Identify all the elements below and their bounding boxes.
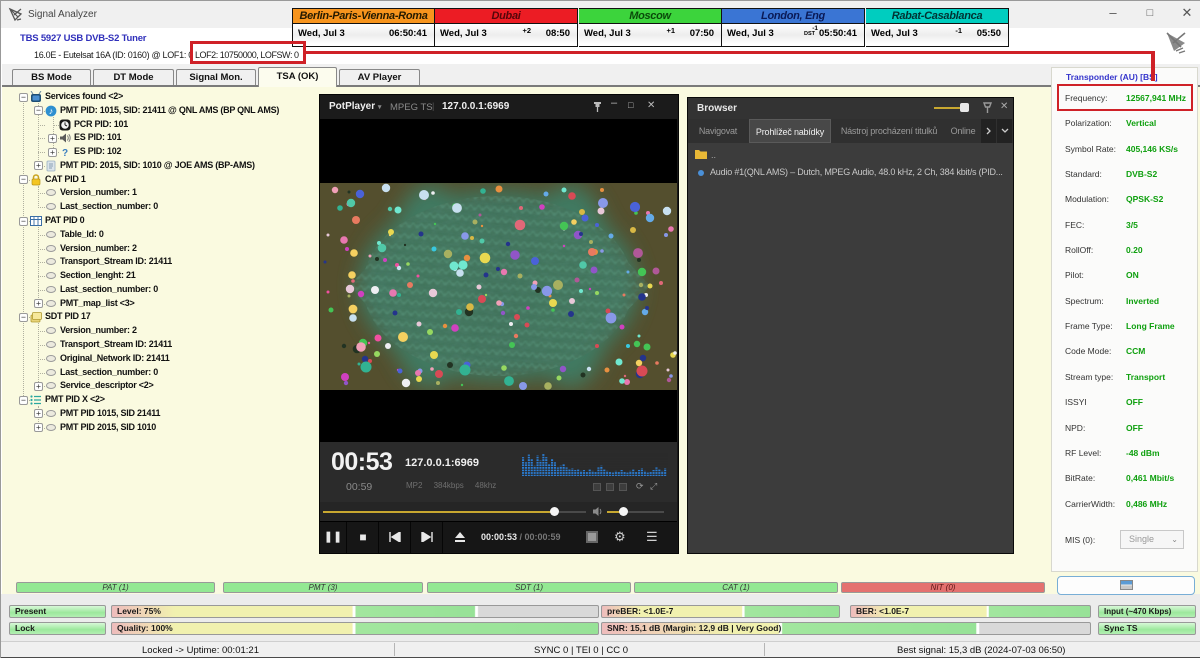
svg-text:?: ? bbox=[62, 148, 68, 158]
svg-text:♪: ♪ bbox=[49, 106, 54, 116]
